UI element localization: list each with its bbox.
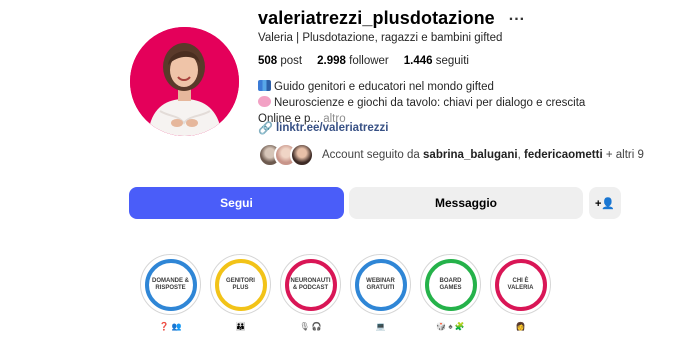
highlight-ring[interactable]: Chi è Valeria bbox=[490, 254, 551, 315]
username: valeriatrezzi_plusdotazione bbox=[258, 8, 495, 28]
highlight-item[interactable]: Chi è Valeria 👩 bbox=[490, 254, 551, 332]
posts-label: post bbox=[280, 55, 303, 67]
bio-line-1-text: Guido genitori e educatori nel mondo gif… bbox=[274, 81, 494, 93]
highlight-cover: Genitori Plus bbox=[214, 258, 267, 311]
more-options-icon[interactable]: ... bbox=[509, 7, 525, 24]
followed-by-text: Account seguito da sabrina_balugani, fed… bbox=[322, 149, 644, 161]
highlight-ring[interactable]: Board Games bbox=[420, 254, 481, 315]
follow-button[interactable]: Segui bbox=[129, 187, 344, 219]
highlight-cover: Domande & Risposte bbox=[144, 258, 197, 311]
highlight-item[interactable]: Board Games 🎲 ♠ 🧩 bbox=[420, 254, 481, 332]
follower-avatar-3 bbox=[290, 143, 314, 167]
highlight-item[interactable]: Neuronauti & Podcast 🎙 🎧 bbox=[280, 254, 341, 332]
books-icon bbox=[258, 80, 271, 91]
highlight-cover: Neuronauti & Podcast bbox=[284, 258, 337, 311]
highlight-ring[interactable]: Domande & Risposte bbox=[140, 254, 201, 315]
followed-by-separator: , bbox=[517, 149, 521, 161]
bio-line-1: Guido genitori e educatori nel mondo gif… bbox=[258, 79, 638, 95]
highlight-item[interactable]: Domande & Risposte ❓ 👥 bbox=[140, 254, 201, 332]
highlight-item[interactable]: Webinar Gratuiti 💻 bbox=[350, 254, 411, 332]
highlight-ring[interactable]: Webinar Gratuiti bbox=[350, 254, 411, 315]
followers-count[interactable]: 2.998 follower bbox=[317, 55, 389, 67]
brain-icon bbox=[258, 96, 271, 107]
highlight-cover-text: Domande & Risposte bbox=[152, 277, 189, 291]
followers-value: 2.998 bbox=[317, 55, 346, 67]
highlight-label: 💻 bbox=[375, 322, 386, 331]
bio: Guido genitori e educatori nel mondo gif… bbox=[258, 79, 638, 127]
followed-by[interactable]: Account seguito da sabrina_balugani, fed… bbox=[258, 143, 644, 167]
profile-photo bbox=[130, 27, 239, 136]
highlight-cover-text: Neuronauti & Podcast bbox=[290, 277, 331, 291]
posts-value: 508 bbox=[258, 55, 278, 67]
highlight-label: 🎙 🎧 bbox=[299, 322, 322, 331]
add-user-icon[interactable]: +👤 bbox=[589, 187, 621, 219]
profile-stats: 508 post 2.998 follower 1.446 seguiti bbox=[258, 55, 469, 67]
story-highlights: Domande & Risposte ❓ 👥 Genitori Plus 👪 Neuro… bbox=[140, 254, 551, 332]
message-button[interactable]: Messaggio bbox=[349, 187, 583, 219]
following-value: 1.446 bbox=[403, 55, 433, 67]
highlight-label: 👪 bbox=[235, 322, 246, 331]
highlight-ring[interactable]: Genitori Plus bbox=[210, 254, 271, 315]
full-name: Valeria | Plusdotazione, ragazzi e bambi… bbox=[258, 32, 503, 44]
highlight-label: 🎲 ♠ 🧩 bbox=[436, 322, 465, 331]
link-icon: 🔗 bbox=[258, 121, 273, 135]
followers-label: follower bbox=[349, 55, 389, 67]
username-row: valeriatrezzi_plusdotazione ... bbox=[258, 7, 525, 29]
link-text[interactable]: linktr.ee/valeriatrezzi bbox=[276, 122, 389, 134]
profile-avatar[interactable] bbox=[130, 27, 239, 136]
posts-count: 508 post bbox=[258, 55, 302, 67]
highlight-cover: Board Games bbox=[424, 258, 477, 311]
bio-line-2: Neuroscienze e giochi da tavolo: chiavi … bbox=[258, 95, 638, 111]
highlight-cover-text: Chi è Valeria bbox=[507, 277, 534, 291]
followed-by-user-1[interactable]: sabrina_balugani bbox=[423, 149, 518, 161]
highlight-ring[interactable]: Neuronauti & Podcast bbox=[280, 254, 341, 315]
highlight-cover-text: Webinar Gratuiti bbox=[366, 277, 395, 291]
highlight-item[interactable]: Genitori Plus 👪 bbox=[210, 254, 271, 332]
followed-by-suffix: + altri 9 bbox=[605, 149, 644, 161]
highlight-cover: Webinar Gratuiti bbox=[354, 258, 407, 311]
following-label: seguiti bbox=[435, 55, 469, 67]
highlight-label: 👩 bbox=[515, 322, 526, 331]
highlight-label: ❓ 👥 bbox=[159, 322, 182, 331]
followed-by-user-2[interactable]: federicaometti bbox=[524, 149, 603, 161]
highlight-cover-text: Genitori Plus bbox=[226, 277, 255, 291]
following-count[interactable]: 1.446 seguiti bbox=[404, 55, 469, 67]
bio-line-2-text: Neuroscienze e giochi da tavolo: chiavi … bbox=[274, 97, 586, 109]
highlight-cover: Chi è Valeria bbox=[494, 258, 547, 311]
highlight-cover-text: Board Games bbox=[439, 277, 462, 291]
followed-by-prefix: Account seguito da bbox=[322, 149, 420, 161]
external-link[interactable]: 🔗 linktr.ee/valeriatrezzi bbox=[258, 121, 388, 135]
